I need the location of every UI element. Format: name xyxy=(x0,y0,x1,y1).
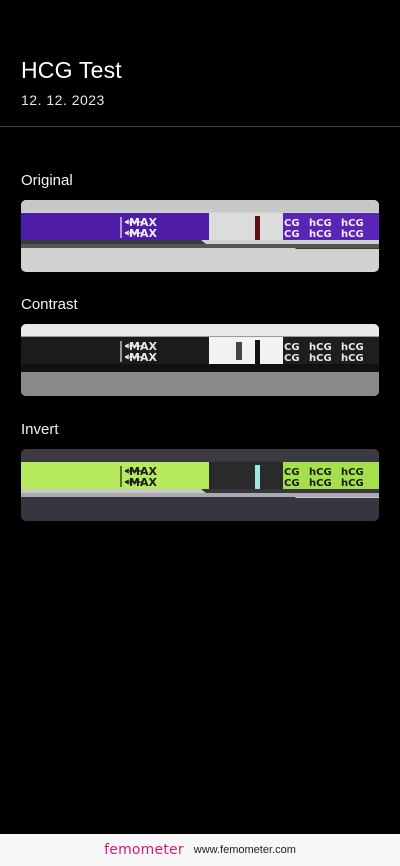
strip-hcg-text: hCG xyxy=(341,478,364,489)
strip-cg-text: CG xyxy=(284,342,300,353)
section-label-original: Original xyxy=(21,172,73,189)
header-divider xyxy=(0,126,400,127)
strip-hcg-text: hCG xyxy=(341,229,364,240)
strip-hcg-text: hCG xyxy=(341,342,364,353)
header: HCG Test 12. 12. 2023 xyxy=(21,56,122,108)
strip-cg-text: CG xyxy=(284,478,300,489)
page-title: HCG Test xyxy=(21,57,122,83)
strip-hcg-text: hCG xyxy=(309,353,332,364)
footer: femometer www.femometer.com xyxy=(0,834,400,866)
strip-image-original: MAX MAX CG CG hCG hCG hCG hCG xyxy=(21,200,379,272)
strip-hcg-text: hCG xyxy=(341,353,364,364)
test-strip-invert[interactable]: MAX MAX CG CG hCG hCG hCG hCG xyxy=(21,449,379,521)
strip-hcg-text: hCG xyxy=(341,467,364,478)
website-link[interactable]: www.femometer.com xyxy=(194,844,296,856)
strip-image-invert: MAX MAX CG CG hCG hCG hCG hCG xyxy=(21,449,379,521)
strip-cg-text: CG xyxy=(284,218,300,229)
test-strip-original[interactable]: MAX MAX CG CG hCG hCG hCG hCG xyxy=(21,200,379,272)
strip-cg-text: CG xyxy=(284,229,300,240)
strip-cg-text: CG xyxy=(284,467,300,478)
brand-logo: femometer xyxy=(104,842,184,858)
strip-hcg-text: hCG xyxy=(309,467,332,478)
strip-cg-text: CG xyxy=(284,353,300,364)
strip-hcg-text: hCG xyxy=(309,229,332,240)
test-strip-contrast[interactable]: MAX MAX CG CG hCG hCG hCG hCG xyxy=(21,324,379,396)
section-label-invert: Invert xyxy=(21,421,59,438)
test-date: 12. 12. 2023 xyxy=(21,92,105,108)
strip-hcg-text: hCG xyxy=(341,218,364,229)
section-label-contrast: Contrast xyxy=(21,296,78,313)
strip-image-contrast: MAX MAX CG CG hCG hCG hCG hCG xyxy=(21,324,379,396)
strip-hcg-text: hCG xyxy=(309,478,332,489)
strip-hcg-text: hCG xyxy=(309,342,332,353)
strip-hcg-text: hCG xyxy=(309,218,332,229)
